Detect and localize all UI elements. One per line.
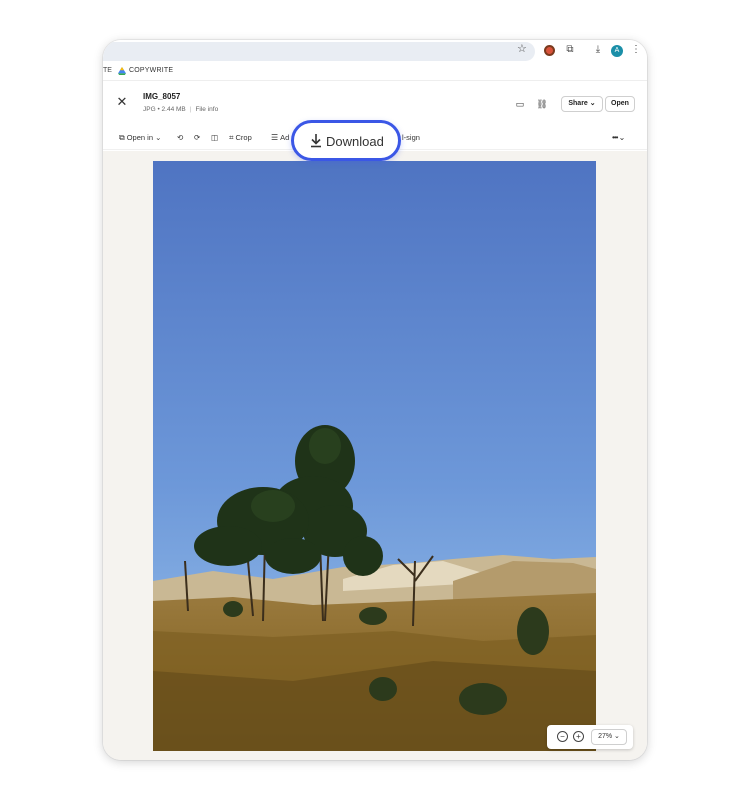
zoom-out-icon[interactable]: − — [557, 731, 568, 742]
zoom-control: − + 27% ⌄ — [547, 725, 633, 749]
open-in-button[interactable]: ⧉ Open in ⌄ — [119, 133, 161, 143]
extensions-puzzle-icon[interactable]: ⧉ — [564, 44, 576, 56]
adjust-icon: ☰ — [271, 133, 279, 142]
adjust-label: Ad — [280, 133, 290, 142]
download-icon — [311, 134, 321, 148]
open-external-icon: ⧉ — [119, 133, 125, 142]
address-bar[interactable] — [103, 42, 535, 61]
avatar[interactable]: A — [611, 45, 623, 57]
file-info-link[interactable]: File info — [195, 106, 218, 113]
download-button[interactable]: Download — [291, 120, 401, 161]
crop-button[interactable]: ⌗ Crop — [229, 133, 252, 143]
more-options-icon[interactable]: ••• ⌄ — [612, 133, 625, 142]
open-in-label: Open in — [126, 133, 153, 142]
crop-icon: ⌗ — [229, 133, 234, 142]
file-meta: JPG • 2.44 MB | File info — [143, 106, 219, 113]
comment-icon[interactable]: ▭ — [514, 98, 526, 110]
page-background: ☆ ⧉ ⤓ A ⋮ TE COPYWRITE ✕ IMG_8057 JPG • … — [0, 0, 750, 800]
bookmark-truncated[interactable]: TE — [103, 67, 112, 74]
browser-download-icon[interactable]: ⤓ — [592, 44, 604, 56]
share-button-label: Share — [568, 100, 588, 107]
fill-sign-button[interactable]: l-sign — [402, 133, 420, 143]
zoom-level: 27% — [598, 733, 613, 740]
open-button[interactable]: Open — [605, 96, 635, 112]
flip-icon[interactable]: ◫ — [211, 133, 218, 143]
bookmark-star-icon[interactable]: ☆ — [517, 42, 527, 57]
rotate-right-icon[interactable]: ⟳ — [194, 133, 200, 143]
rotate-left-icon[interactable]: ⟲ — [177, 133, 183, 143]
image-canvas: − + 27% ⌄ — [103, 151, 647, 760]
fill-sign-label: l-sign — [402, 133, 420, 142]
adjust-button[interactable]: ☰ Ad — [271, 133, 289, 143]
file-title: IMG_8057 — [143, 92, 181, 101]
extension-icon[interactable] — [544, 45, 555, 56]
zoom-in-icon[interactable]: + — [573, 731, 584, 742]
browser-toolbar: ☆ ⧉ ⤓ A ⋮ — [103, 40, 647, 63]
bookmark-copywrite[interactable]: COPYWRITE — [129, 67, 173, 74]
landscape-photo — [153, 161, 596, 751]
bookmarks-bar: TE COPYWRITE — [103, 63, 647, 81]
drive-logo-icon — [118, 67, 126, 75]
link-icon[interactable]: ⛓ — [536, 98, 548, 110]
close-icon[interactable]: ✕ — [115, 95, 129, 109]
zoom-level-select[interactable]: 27% ⌄ — [591, 729, 627, 745]
file-type-size: JPG • 2.44 MB — [143, 106, 186, 113]
photo — [153, 161, 596, 751]
share-button[interactable]: Share ⌄ — [561, 96, 603, 112]
browser-menu-icon[interactable]: ⋮ — [630, 44, 642, 56]
crop-label: Crop — [235, 133, 252, 142]
download-label: Download — [326, 134, 384, 149]
